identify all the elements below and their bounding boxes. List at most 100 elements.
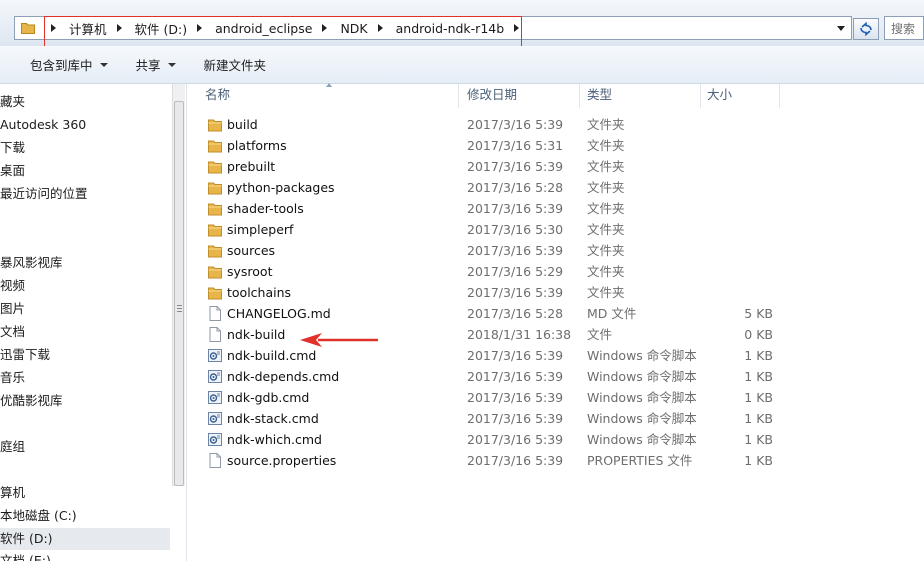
nav-item[interactable]: 文档: [0, 322, 170, 342]
folder-icon: [208, 182, 222, 195]
column-header-date[interactable]: 修改日期: [459, 84, 580, 108]
folder-icon: [208, 161, 222, 174]
file-size: 1 KB: [744, 348, 773, 363]
search-input[interactable]: 搜索: [884, 16, 924, 40]
file-row[interactable]: ndk-build.cmd 2017/3/16 5:39 Windows 命令脚本 1…: [188, 345, 788, 366]
file-row[interactable]: simpleperf 2017/3/16 5:30 文件夹: [188, 219, 788, 240]
script-icon: [208, 370, 222, 383]
file-size: 1 KB: [744, 432, 773, 447]
nav-item[interactable]: 音乐: [0, 368, 170, 388]
file-row[interactable]: platforms 2017/3/16 5:31 文件夹: [188, 135, 788, 156]
address-bar[interactable]: 计算机 软件 (D:) android_eclipse NDK android-…: [14, 16, 852, 40]
chevron-right-icon[interactable]: [322, 24, 328, 32]
nav-item[interactable]: 暴风影视库: [0, 253, 170, 273]
file-row[interactable]: ndk-which.cmd 2017/3/16 5:39 Windows 命令脚本 1…: [188, 429, 788, 450]
script-icon: [208, 391, 222, 404]
column-header-size-label: 大小: [707, 87, 733, 102]
file-name: ndk-build.cmd: [227, 348, 317, 363]
nav-item[interactable]: 优酷影视库: [0, 391, 170, 411]
file-row[interactable]: CHANGELOG.md 2017/3/16 5:28 MD 文件 5 KB: [188, 303, 788, 324]
file-type: 文件夹: [587, 117, 625, 132]
chevron-right-icon[interactable]: [51, 24, 56, 32]
file-date: 2017/3/16 5:39: [467, 432, 564, 447]
nav-item[interactable]: 本地磁盘 (C:): [0, 506, 170, 526]
breadcrumb-item[interactable]: NDK: [334, 17, 373, 39]
nav-item[interactable]: 最近访问的位置: [0, 184, 170, 204]
file-date: 2018/1/31 16:38: [467, 327, 572, 342]
file-row[interactable]: python-packages 2017/3/16 5:28 文件夹: [188, 177, 788, 198]
nav-item[interactable]: 下载: [0, 138, 170, 158]
file-type: 文件夹: [587, 159, 625, 174]
sort-ascending-icon: [326, 83, 332, 87]
document-icon: [209, 327, 221, 342]
file-size: 1 KB: [744, 411, 773, 426]
nav-item[interactable]: 图片: [0, 299, 170, 319]
folder-icon: [208, 245, 222, 258]
chevron-right-icon[interactable]: [197, 24, 203, 32]
file-row[interactable]: ndk-depends.cmd 2017/3/16 5:39 Windows 命令脚…: [188, 366, 788, 387]
pane-splitter[interactable]: [186, 84, 187, 561]
column-header-name-label: 名称: [205, 87, 231, 102]
column-header-type[interactable]: 类型: [580, 84, 701, 108]
file-name: ndk-depends.cmd: [227, 369, 340, 384]
file-row[interactable]: toolchains 2017/3/16 5:39 文件夹: [188, 282, 788, 303]
breadcrumb-item[interactable]: 计算机: [63, 17, 113, 39]
file-row[interactable]: ndk-build 2018/1/31 16:38 文件 0 KB: [188, 324, 788, 345]
file-date: 2017/3/16 5:39: [467, 369, 564, 384]
file-type: Windows 命令脚本: [587, 348, 697, 363]
nav-item[interactable]: 桌面: [0, 161, 170, 181]
file-row[interactable]: prebuilt 2017/3/16 5:39 文件夹: [188, 156, 788, 177]
file-name: sysroot: [227, 264, 273, 279]
script-icon: [208, 349, 222, 362]
column-header-size[interactable]: 大小: [701, 84, 780, 108]
folder-icon: [208, 287, 222, 300]
file-type: Windows 命令脚本: [587, 432, 697, 447]
file-name: ndk-stack.cmd: [227, 411, 319, 426]
breadcrumb-item[interactable]: android-ndk-r14b: [390, 17, 511, 39]
column-header-name[interactable]: 名称: [188, 83, 459, 108]
file-row[interactable]: source.properties 2017/3/16 5:39 PROPERTIE…: [188, 450, 788, 471]
file-date: 2017/3/16 5:39: [467, 285, 564, 300]
nav-item[interactable]: 文档 (E:): [0, 551, 170, 561]
grip-icon: [177, 305, 182, 312]
file-row[interactable]: ndk-gdb.cmd 2017/3/16 5:39 Windows 命令脚本 1 K…: [188, 387, 788, 408]
new-folder-button[interactable]: 新建文件夹: [196, 52, 275, 78]
nav-item[interactable]: 迅雷下载: [0, 345, 170, 365]
nav-item[interactable]: 视频: [0, 276, 170, 296]
chevron-right-icon[interactable]: [116, 24, 122, 32]
chevron-right-icon[interactable]: [377, 24, 383, 32]
share-button[interactable]: 共享: [128, 52, 184, 78]
breadcrumb-item[interactable]: android_eclipse: [209, 17, 318, 39]
chevron-down-icon: [99, 62, 108, 67]
file-type: 文件夹: [587, 243, 625, 258]
nav-item[interactable]: 庭组: [0, 437, 170, 457]
breadcrumb-item[interactable]: 软件 (D:): [129, 17, 194, 39]
file-row[interactable]: build 2017/3/16 5:39 文件夹: [188, 114, 788, 135]
file-name: source.properties: [227, 453, 337, 468]
file-type: PROPERTIES 文件: [587, 453, 693, 468]
file-row[interactable]: sources 2017/3/16 5:39 文件夹: [188, 240, 788, 261]
address-history-dropdown-icon[interactable]: [837, 26, 845, 31]
script-icon: [208, 433, 222, 446]
column-header-type-label: 类型: [587, 87, 613, 102]
nav-item-selected[interactable]: 软件 (D:): [0, 528, 170, 550]
nav-item[interactable]: 藏夹: [0, 92, 170, 112]
folder-icon: [208, 266, 222, 279]
file-size: 5 KB: [744, 306, 773, 321]
nav-item[interactable]: 算机: [0, 483, 170, 503]
refresh-icon: [860, 22, 872, 36]
include-in-library-button[interactable]: 包含到库中: [22, 52, 116, 78]
chevron-right-icon[interactable]: [514, 24, 520, 32]
file-type: 文件夹: [587, 138, 625, 153]
share-label: 共享: [135, 58, 161, 73]
file-row[interactable]: sysroot 2017/3/16 5:29 文件夹: [188, 261, 788, 282]
file-name: toolchains: [227, 285, 292, 300]
refresh-button[interactable]: [853, 18, 879, 40]
file-row[interactable]: ndk-stack.cmd 2017/3/16 5:39 Windows 命令脚本 1…: [188, 408, 788, 429]
navigation-scrollbar[interactable]: [172, 84, 185, 486]
folder-icon: [208, 224, 222, 237]
scrollbar-thumb[interactable]: [174, 101, 184, 486]
nav-item[interactable]: Autodesk 360: [0, 115, 170, 135]
file-row[interactable]: shader-tools 2017/3/16 5:39 文件夹: [188, 198, 788, 219]
file-size: 1 KB: [744, 453, 773, 468]
